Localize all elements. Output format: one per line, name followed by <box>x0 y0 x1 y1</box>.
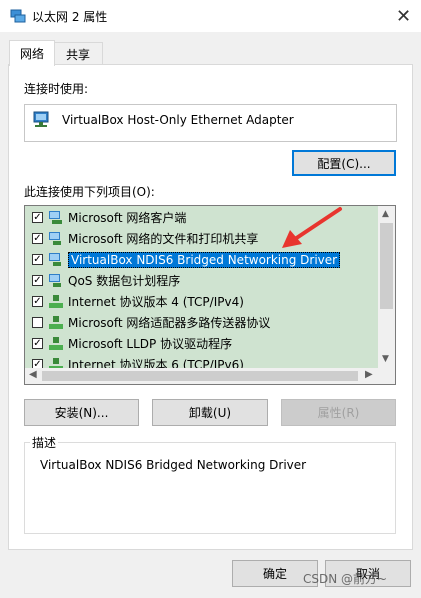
connect-using-label: 连接时使用: <box>24 82 89 96</box>
checkbox[interactable]: ✓ <box>32 338 43 349</box>
item-label: VirtualBox NDIS6 Bridged Networking Driv… <box>68 251 341 268</box>
scroll-left-icon[interactable]: ◀ <box>29 369 37 380</box>
scroll-up-icon[interactable]: ▲ <box>382 209 389 219</box>
description-text: VirtualBox NDIS6 Bridged Networking Driv… <box>40 458 307 472</box>
list-item[interactable]: ✓ Microsoft LLDP 协议驱动程序 <box>25 333 381 354</box>
tab-network[interactable]: 网络 <box>9 40 55 66</box>
item-label: QoS 数据包计划程序 <box>68 274 181 288</box>
description-label: 描述 <box>30 434 59 451</box>
network-protocol-icon <box>49 315 63 329</box>
tab-sharing[interactable]: 共享 <box>53 42 103 65</box>
configure-button[interactable]: 配置(C)... <box>292 150 396 176</box>
window-title: 以太网 2 属性 <box>32 10 108 24</box>
watermark: CSDN @前方~ <box>303 572 388 586</box>
list-item[interactable]: ✓ Internet 协议版本 4 (TCP/IPv4) <box>25 291 381 312</box>
scroll-right-icon[interactable]: ▶ <box>365 369 373 380</box>
install-button[interactable]: 安装(N)... <box>24 399 139 426</box>
checkbox[interactable]: ✓ <box>32 275 43 286</box>
horizontal-scrollbar[interactable]: ◀ ▶ <box>25 368 395 384</box>
scroll-thumb[interactable] <box>380 223 393 309</box>
checkbox[interactable]: ✓ <box>32 212 43 223</box>
network-protocol-icon <box>49 336 63 350</box>
vertical-scrollbar[interactable]: ▲ ▼ <box>378 206 395 368</box>
list-item[interactable]: ✓ QoS 数据包计划程序 <box>25 270 381 291</box>
items-label: 此连接使用下列项目(O): <box>24 185 155 199</box>
network-protocol-icon <box>49 294 63 308</box>
checkbox[interactable]: ✓ <box>32 296 43 307</box>
list-item[interactable]: Microsoft 网络适配器多路传送器协议 <box>25 312 381 333</box>
uninstall-button[interactable]: 卸载(U) <box>152 399 268 426</box>
close-icon[interactable]: ✕ <box>386 0 421 32</box>
checkbox[interactable]: ✓ <box>32 254 43 265</box>
scroll-down-icon[interactable]: ▼ <box>382 354 389 364</box>
network-service-icon <box>49 231 61 245</box>
properties-button[interactable]: 属性(R) <box>281 399 396 426</box>
network-client-icon <box>49 210 62 224</box>
scroll-thumb[interactable] <box>42 371 358 381</box>
list-item-selected[interactable]: ✓ VirtualBox NDIS6 Bridged Networking Dr… <box>25 249 381 270</box>
adapter-icon <box>33 111 49 127</box>
checkbox[interactable]: ✓ <box>32 233 43 244</box>
item-label: Microsoft 网络适配器多路传送器协议 <box>68 316 271 330</box>
item-label: Microsoft 网络客户端 <box>68 211 187 225</box>
item-label: Microsoft 网络的文件和打印机共享 <box>68 232 259 246</box>
item-label: Internet 协议版本 4 (TCP/IPv4) <box>68 295 244 309</box>
annotation-arrow-icon <box>282 207 342 248</box>
item-label: Microsoft LLDP 协议驱动程序 <box>68 337 233 351</box>
adapter-name: VirtualBox Host-Only Ethernet Adapter <box>62 113 294 127</box>
network-service-icon <box>49 252 61 266</box>
network-service-icon <box>49 273 61 287</box>
checkbox[interactable] <box>32 317 43 328</box>
network-adapter-icon <box>10 9 26 23</box>
description-group <box>24 442 396 534</box>
